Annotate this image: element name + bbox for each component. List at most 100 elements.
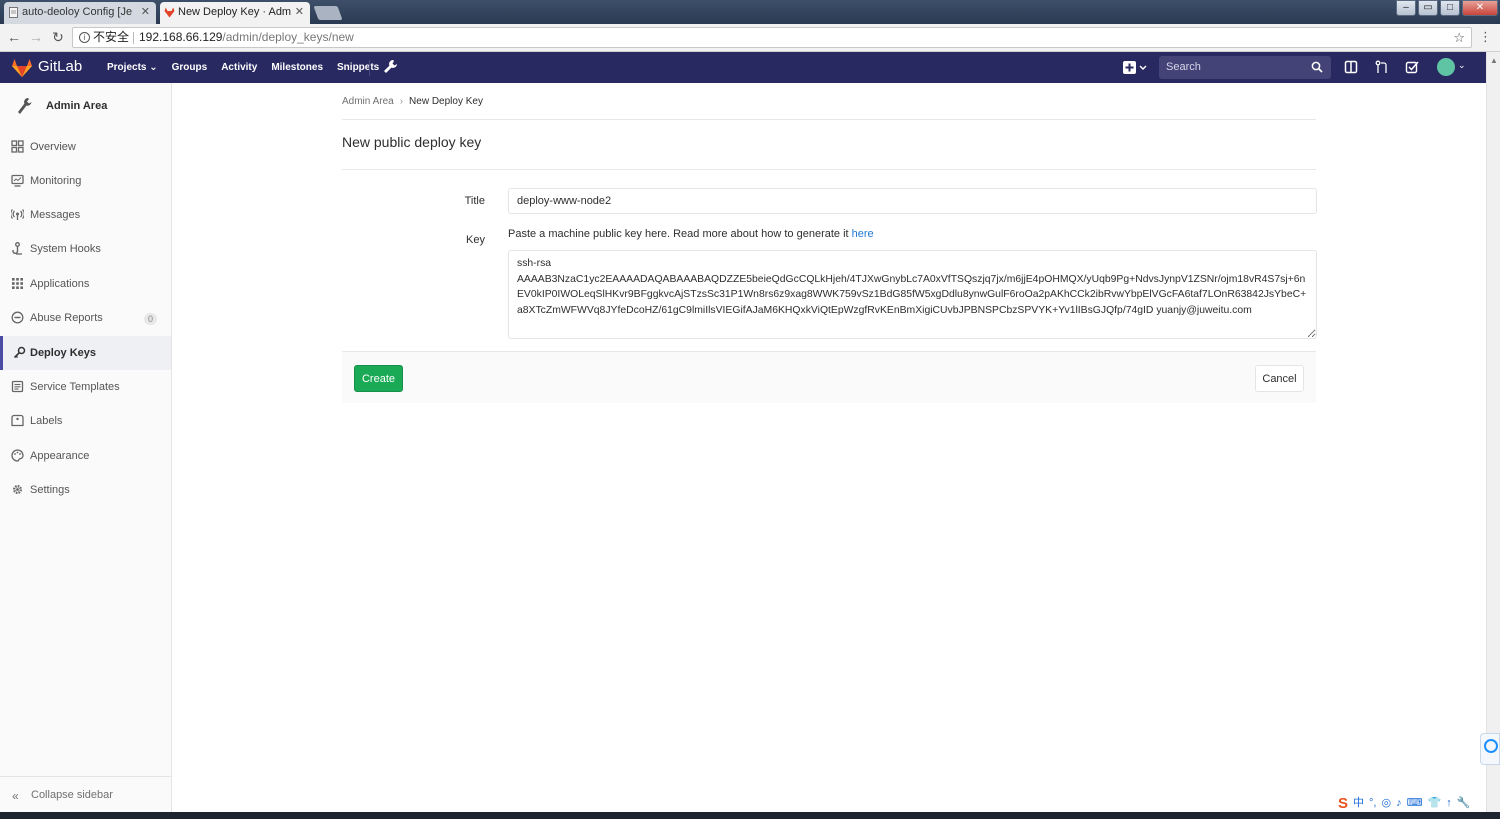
document-icon — [9, 7, 18, 18]
bookmark-star-icon[interactable]: ☆ — [1453, 28, 1465, 47]
close-icon[interactable]: ✕ — [141, 2, 150, 23]
search-input[interactable] — [1166, 61, 1306, 73]
ime-punctuation-icon[interactable]: °, — [1369, 795, 1376, 812]
browser-tabstrip: auto-deoloy Config [Je ✕ New Deploy Key … — [0, 0, 1500, 24]
security-label: 不安全 — [93, 30, 130, 44]
sidebar-item-service-templates[interactable]: Service Templates — [0, 370, 171, 404]
cancel-button[interactable]: Cancel — [1255, 365, 1304, 392]
sidebar-item-applications[interactable]: Applications — [0, 267, 171, 301]
monitor-icon — [11, 174, 24, 187]
sidebar-toggle-icon[interactable] — [1344, 60, 1358, 74]
gitlab-logo-icon[interactable] — [12, 59, 32, 77]
ime-voice-icon[interactable]: ♪ — [1396, 795, 1402, 812]
top-nav: Projects ⌄ Groups Activity Milestones Sn… — [100, 52, 386, 83]
sidebar-item-system-hooks[interactable]: System Hooks — [0, 232, 171, 266]
maximize-window-button[interactable]: □ — [1440, 0, 1460, 16]
sidebar-item-settings[interactable]: Settings — [0, 473, 171, 507]
ime-tools-icon[interactable]: 🔧 — [1457, 795, 1471, 812]
page-title: New public deploy key — [342, 134, 482, 150]
overview-icon — [11, 140, 24, 153]
divider — [133, 32, 134, 44]
sidebar-item-label: Service Templates — [30, 381, 120, 393]
breadcrumb-current[interactable]: New Deploy Key — [409, 96, 483, 107]
info-icon[interactable]: i — [79, 32, 90, 43]
create-button[interactable]: Create — [354, 365, 403, 392]
todo-check-icon[interactable] — [1405, 60, 1419, 74]
sidebar-item-abuse-reports[interactable]: Abuse Reports 0 — [0, 301, 171, 335]
sidebar-item-label: Applications — [30, 278, 90, 290]
restore-window-button[interactable]: ▭ — [1418, 0, 1438, 16]
browser-menu-icon[interactable]: ⋮ — [1479, 29, 1492, 45]
floating-widget[interactable] — [1480, 733, 1500, 765]
sidebar-header[interactable]: Admin Area — [0, 83, 171, 131]
key-help-text: Paste a machine public key here. Read mo… — [508, 228, 874, 240]
search-box[interactable] — [1159, 56, 1331, 79]
sidebar-item-label: Settings — [30, 484, 70, 496]
gear-icon — [13, 485, 22, 494]
browser-tab-config[interactable]: auto-deoloy Config [Je ✕ — [4, 2, 156, 24]
reload-icon[interactable]: ↻ — [50, 29, 66, 45]
nav-activity[interactable]: Activity — [214, 52, 264, 83]
nav-snippets[interactable]: Snippets — [330, 52, 386, 83]
sidebar-item-label: Labels — [30, 415, 63, 427]
sidebar-item-label: Overview — [30, 141, 76, 153]
breadcrumb-admin-area[interactable]: Admin Area — [342, 96, 394, 107]
abuse-count-badge: 0 — [144, 313, 158, 325]
close-icon[interactable]: ✕ — [295, 2, 304, 23]
abuse-icon — [11, 311, 24, 324]
sidebar-item-messages[interactable]: Messages — [0, 198, 171, 232]
sidebar-item-labels[interactable]: Labels — [0, 404, 171, 438]
scroll-up-icon[interactable]: ▲ — [1490, 56, 1498, 65]
label-icon — [11, 414, 24, 427]
search-icon[interactable] — [1311, 61, 1323, 73]
nav-groups[interactable]: Groups — [165, 52, 215, 83]
ime-emoji-icon[interactable]: ◎ — [1381, 795, 1391, 812]
double-chevron-left-icon: « — [12, 789, 19, 803]
template-icon — [11, 380, 24, 393]
url-text: 192.168.66.129/admin/deploy_keys/new — [139, 28, 354, 47]
divider — [342, 169, 1316, 170]
sidebar-item-deploy-keys[interactable]: Deploy Keys — [0, 336, 171, 370]
key-help-link[interactable]: here — [852, 228, 874, 240]
ime-skin-icon[interactable]: 👕 — [1427, 795, 1441, 812]
sidebar-item-label: Deploy Keys — [30, 347, 97, 359]
nav-divider — [369, 60, 370, 76]
collapse-sidebar-button[interactable]: « Collapse sidebar — [0, 776, 171, 813]
nav-milestones[interactable]: Milestones — [264, 52, 330, 83]
user-avatar[interactable] — [1437, 58, 1455, 76]
url-input[interactable]: i 不安全 192.168.66.129/admin/deploy_keys/n… — [72, 27, 1472, 48]
palette-icon — [11, 449, 24, 462]
forward-arrow-icon[interactable]: → — [28, 29, 44, 45]
gitlab-brand[interactable]: GitLab — [38, 58, 82, 75]
collapse-sidebar-label: Collapse sidebar — [31, 789, 113, 801]
title-input[interactable] — [508, 188, 1317, 214]
url-host: 192.168.66.129 — [139, 30, 223, 44]
ime-chinese-icon[interactable]: 中 — [1353, 795, 1364, 812]
sidebar-item-appearance[interactable]: Appearance — [0, 439, 171, 473]
back-arrow-icon[interactable]: ← — [6, 29, 22, 45]
merge-request-icon[interactable] — [1375, 60, 1389, 74]
chevron-down-icon[interactable]: ⌄ — [1458, 60, 1466, 71]
ime-upload-icon[interactable]: ↑ — [1446, 795, 1452, 812]
minimize-window-button[interactable]: – — [1396, 0, 1416, 16]
sogou-ime-icon[interactable]: S — [1338, 795, 1348, 812]
sidebar-item-overview[interactable]: Overview — [0, 130, 171, 164]
close-window-button[interactable]: ✕ — [1462, 0, 1498, 16]
sidebar-item-monitoring[interactable]: Monitoring — [0, 164, 171, 198]
admin-sidebar: Admin Area Overview Monitoring Messages … — [0, 83, 172, 813]
page-scrollbar[interactable]: ▲ — [1486, 52, 1500, 812]
admin-wrench-icon[interactable] — [382, 59, 398, 75]
sidebar-item-label: Abuse Reports — [30, 312, 103, 324]
new-tab-button[interactable] — [313, 6, 343, 20]
new-plus-icon[interactable] — [1122, 60, 1148, 76]
ime-keyboard-icon[interactable]: ⌨ — [1407, 795, 1423, 812]
browser-tab-deploy-key[interactable]: New Deploy Key · Adm ✕ — [160, 2, 310, 24]
title-label: Title — [464, 195, 485, 207]
sidebar-item-label: Messages — [30, 209, 81, 221]
broadcast-icon — [11, 209, 24, 220]
url-path: /admin/deploy_keys/new — [222, 30, 354, 44]
tab-label: New Deploy Key · Adm — [178, 6, 292, 18]
nav-projects[interactable]: Projects ⌄ — [100, 52, 165, 83]
gitlab-header: GitLab Projects ⌄ Groups Activity Milest… — [0, 52, 1486, 83]
key-textarea[interactable]: ssh-rsa AAAAB3NzaC1yc2EAAAADAQABAAABAQDZ… — [508, 250, 1317, 339]
